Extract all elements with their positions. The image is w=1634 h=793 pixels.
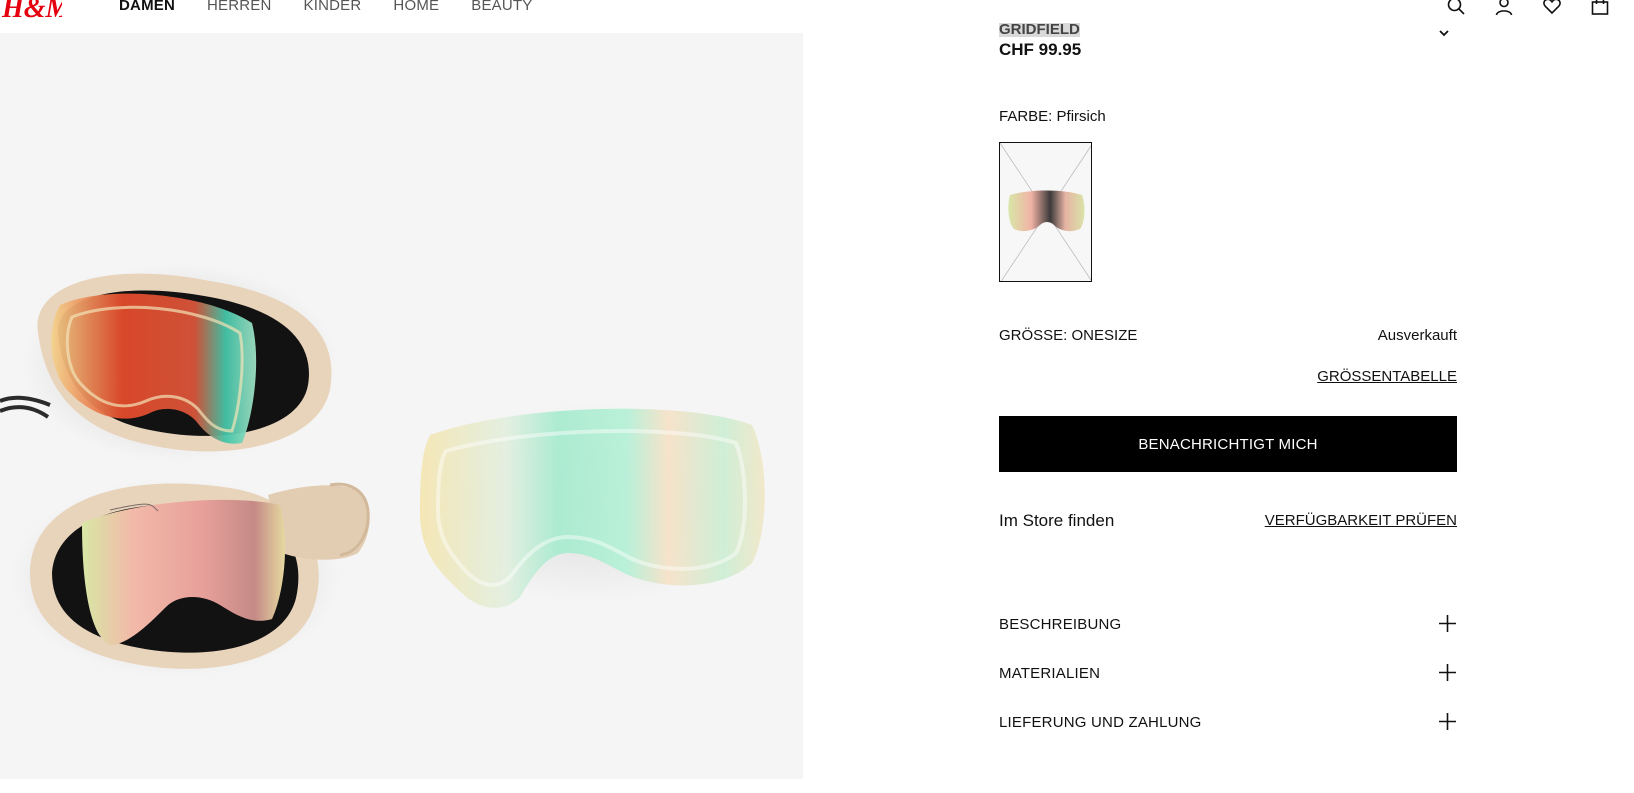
search-icon[interactable]: [1446, 0, 1466, 16]
variant-selector[interactable]: GRIDFIELD: [999, 23, 1457, 41]
accordion-lieferung[interactable]: LIEFERUNG UND ZAHLUNG: [999, 710, 1457, 759]
nav-item-beauty[interactable]: BEAUTY: [471, 0, 532, 14]
color-label: FARBE: Pfirsich: [999, 108, 1106, 125]
product-image[interactable]: [0, 33, 803, 779]
accordion-beschreibung[interactable]: BESCHREIBUNG: [999, 612, 1457, 661]
chevron-down-icon[interactable]: [1438, 26, 1450, 38]
nav-item-home[interactable]: HOME: [393, 0, 439, 14]
nav-item-herren[interactable]: HERREN: [207, 0, 272, 14]
accordion-label: MATERIALIEN: [999, 665, 1101, 682]
color-value: Pfirsich: [1056, 108, 1106, 125]
product-info-accordion: BESCHREIBUNG MATERIALIEN LIEFERUNG UND Z…: [999, 612, 1457, 759]
product-price: CHF 99.95: [999, 40, 1082, 59]
plus-icon[interactable]: [1438, 712, 1457, 731]
favorites-icon[interactable]: [1542, 0, 1562, 16]
size-label: GRÖSSE: ONESIZE: [999, 327, 1138, 344]
shopping-bag-icon[interactable]: [1590, 0, 1610, 16]
accordion-label: LIEFERUNG UND ZAHLUNG: [999, 714, 1202, 731]
plus-icon[interactable]: [1438, 663, 1457, 682]
account-icon[interactable]: [1494, 0, 1514, 16]
check-availability-link[interactable]: VERFÜGBARKEIT PRÜFEN: [1265, 512, 1457, 529]
accordion-label: BESCHREIBUNG: [999, 616, 1122, 633]
color-label-prefix: FARBE:: [999, 108, 1053, 125]
color-swatch[interactable]: [999, 142, 1092, 282]
hm-logo[interactable]: H&M: [0, 0, 62, 22]
availability-status: Ausverkauft: [1377, 327, 1457, 344]
size-chart-link[interactable]: GRÖSSENTABELLE: [1317, 368, 1457, 385]
nav-item-damen[interactable]: DAMEN: [119, 0, 175, 14]
plus-icon[interactable]: [1438, 614, 1457, 633]
variant-name: GRIDFIELD: [999, 23, 1080, 37]
accordion-materialien[interactable]: MATERIALIEN: [999, 661, 1457, 710]
header-actions: [1446, 0, 1610, 16]
notify-me-button[interactable]: BENACHRICHTIGT MICH: [999, 416, 1457, 472]
find-in-store-label: Im Store finden: [999, 511, 1115, 530]
main-nav: DAMEN HERREN KINDER HOME BEAUTY: [119, 0, 564, 14]
svg-text:H&M: H&M: [1, 0, 62, 22]
nav-item-kinder[interactable]: KINDER: [304, 0, 362, 14]
